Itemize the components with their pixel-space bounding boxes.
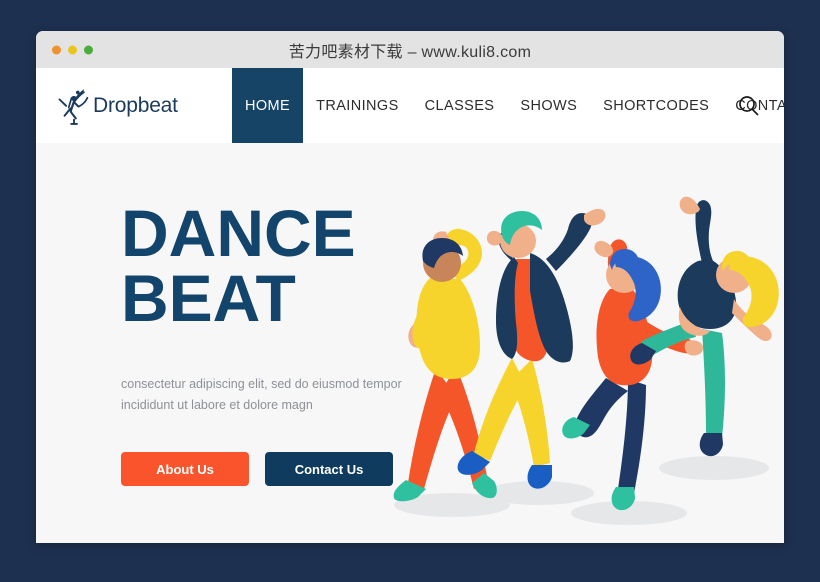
minimize-window-button[interactable] — [68, 45, 77, 54]
dancer-3-leg-long — [618, 379, 646, 493]
nav-item-home[interactable]: HOME — [232, 68, 304, 143]
search-button[interactable] — [736, 93, 762, 119]
site-header: Dropbeat HOME TRAININGS CLASSES SHOWS SH… — [36, 68, 784, 143]
dancer-2-arm-raised — [546, 213, 592, 271]
window-title: 苦力吧素材下载 – www.kuli8.com — [288, 43, 532, 61]
dancer-4-leg-front — [702, 329, 725, 437]
dancer-shadow-4 — [659, 456, 769, 480]
dancer-2-leg-right — [510, 359, 550, 467]
main-nav: HOME TRAININGS CLASSES SHOWS SHORTCODES … — [232, 68, 784, 143]
nav-item-shortcodes[interactable]: SHORTCODES — [590, 68, 722, 143]
brand-logo[interactable]: Dropbeat — [54, 87, 178, 125]
ballerina-icon — [58, 88, 89, 125]
dancer-1-top — [416, 278, 480, 379]
traffic-lights — [52, 45, 93, 54]
about-us-button[interactable]: About Us — [121, 452, 249, 487]
nav-item-trainings[interactable]: TRAININGS — [303, 68, 412, 143]
brand-name: Dropbeat — [93, 93, 178, 117]
nav-item-classes[interactable]: CLASSES — [412, 68, 508, 143]
page-root: 苦力吧素材下载 – www.kuli8.com Dropbeat HOME TR… — [0, 0, 820, 582]
hero-subtitle-line2: incididunt ut labore et dolore magn — [121, 397, 313, 412]
nav-item-shows[interactable]: SHOWS — [507, 68, 590, 143]
dancer-2-jacket-left — [496, 257, 518, 359]
search-icon — [739, 95, 759, 115]
dancer-4-shoe-front — [699, 433, 723, 457]
window-titlebar: 苦力吧素材下载 – www.kuli8.com — [36, 31, 784, 68]
close-window-button[interactable] — [52, 45, 61, 54]
maximize-window-button[interactable] — [84, 45, 93, 54]
hero-section: DANCE BEAT consectetur adipiscing elit, … — [36, 143, 784, 543]
four-dancers-illustration — [393, 196, 779, 525]
contact-us-button[interactable]: Contact Us — [265, 452, 393, 487]
hero-subtitle: consectetur adipiscing elit, sed do eius… — [121, 374, 411, 417]
hero-subtitle-line1: consectetur adipiscing elit, sed do eius… — [121, 376, 402, 391]
browser-window: 苦力吧素材下载 – www.kuli8.com Dropbeat HOME TR… — [36, 31, 784, 543]
